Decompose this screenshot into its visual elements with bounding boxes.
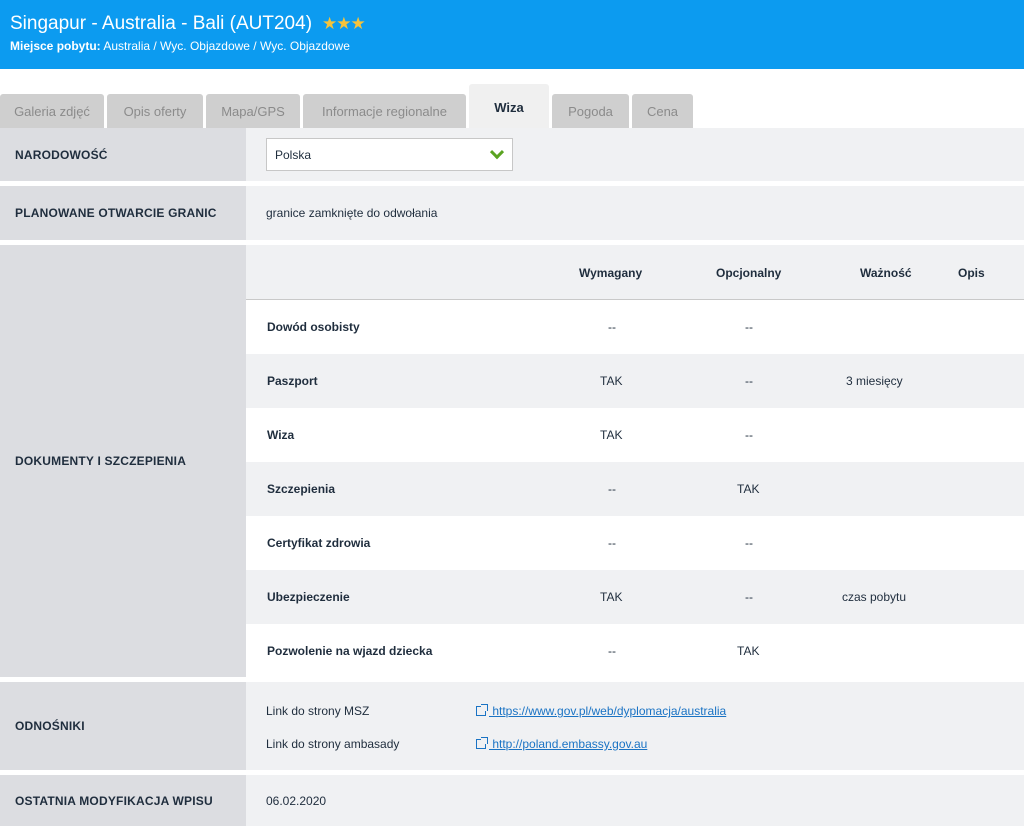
tab-map-gps[interactable]: Mapa/GPS <box>206 94 300 128</box>
document-validity: 3 miesięcy <box>846 374 903 388</box>
document-name: Ubezpieczenie <box>267 590 350 604</box>
borders-label: PLANOWANE OTWARCIE GRANIC <box>0 186 246 240</box>
link-msz[interactable]: https://www.gov.pl/web/dyplomacja/austra… <box>476 704 726 718</box>
table-row: Certyfikat zdrowia -- -- <box>246 516 1024 570</box>
document-optional: TAK <box>737 482 760 496</box>
table-row: Szczepienia -- TAK <box>246 462 1024 516</box>
modified-value: 06.02.2020 <box>246 775 1024 826</box>
modified-row: OSTATNIA MODYFIKACJA WPISU 06.02.2020 <box>0 775 1024 826</box>
document-optional: TAK <box>737 644 760 658</box>
borders-row: PLANOWANE OTWARCIE GRANIC granice zamkni… <box>0 186 1024 240</box>
links-row: ODNOŚNIKI Link do strony MSZ https://www… <box>0 682 1024 770</box>
table-row: Wiza TAK -- <box>246 408 1024 462</box>
tab-visa[interactable]: Wiza <box>469 84 549 128</box>
stay-location-label: Miejsce pobytu: <box>10 39 101 53</box>
link-embassy[interactable]: http://poland.embassy.gov.au <box>476 737 647 751</box>
document-required: -- <box>608 482 616 496</box>
documents-table: Wymagany Opcjonalny Ważność Opis Dowód o… <box>246 245 1024 678</box>
offer-title: Singapur - Australia - Bali (AUT204) <box>10 13 313 34</box>
tab-gallery[interactable]: Galeria zdjęć <box>0 94 104 128</box>
nationality-selected-value: Polska <box>275 147 312 162</box>
nationality-value-cell: Polska <box>246 128 1024 181</box>
document-optional: -- <box>745 590 753 604</box>
column-header-optional: Opcjonalny <box>716 266 782 280</box>
documents-table-header: Wymagany Opcjonalny Ważność Opis <box>246 245 1024 300</box>
document-required: TAK <box>600 374 623 388</box>
column-header-required: Wymagany <box>579 266 643 280</box>
column-header-description: Opis <box>958 266 985 280</box>
tab-price[interactable]: Cena <box>632 94 693 128</box>
link-msz-url: https://www.gov.pl/web/dyplomacja/austra… <box>489 704 727 718</box>
external-link-icon <box>476 704 488 716</box>
document-required: -- <box>608 320 616 334</box>
tab-bar: Galeria zdjęć Opis oferty Mapa/GPS Infor… <box>0 84 1024 128</box>
document-validity: czas pobytu <box>842 590 907 604</box>
document-required: -- <box>608 644 616 658</box>
document-name: Certyfikat zdrowia <box>267 536 371 550</box>
chevron-down-icon <box>489 144 505 159</box>
link-embassy-label: Link do strony ambasady <box>266 737 400 751</box>
document-name: Wiza <box>267 428 295 442</box>
tab-regional-info[interactable]: Informacje regionalne <box>303 94 466 128</box>
nationality-select[interactable]: Polska <box>266 138 513 171</box>
document-required: TAK <box>600 590 623 604</box>
links-value-cell: Link do strony MSZ https://www.gov.pl/we… <box>246 682 1024 770</box>
column-header-validity: Ważność <box>860 266 912 280</box>
document-optional: -- <box>745 374 753 388</box>
table-row: Pozwolenie na wjazd dziecka -- TAK <box>246 624 1024 678</box>
document-name: Pozwolenie na wjazd dziecka <box>267 644 433 658</box>
document-required: TAK <box>600 428 623 442</box>
nationality-label: NARODOWOŚĆ <box>0 128 246 181</box>
tab-weather[interactable]: Pogoda <box>552 94 629 128</box>
document-name: Szczepienia <box>267 482 336 496</box>
link-embassy-url: http://poland.embassy.gov.au <box>489 737 648 751</box>
documents-row: DOKUMENTY I SZCZEPIENIA Wymagany Opcjona… <box>0 245 1024 678</box>
links-label: ODNOŚNIKI <box>0 682 246 770</box>
documents-label: DOKUMENTY I SZCZEPIENIA <box>0 245 246 677</box>
document-name: Dowód osobisty <box>267 320 360 334</box>
stay-location-value: Australia / Wyc. Objazdowe / Wyc. Objazd… <box>100 39 350 53</box>
external-link-icon <box>476 737 488 749</box>
stay-location: Miejsce pobytu: Australia / Wyc. Objazdo… <box>10 39 1014 53</box>
tab-offer-description[interactable]: Opis oferty <box>107 94 203 128</box>
link-msz-label: Link do strony MSZ <box>266 704 370 718</box>
table-row: Ubezpieczenie TAK -- czas pobytu <box>246 570 1024 624</box>
document-optional: -- <box>745 320 753 334</box>
document-optional: -- <box>745 536 753 550</box>
document-required: -- <box>608 536 616 550</box>
table-row: Paszport TAK -- 3 miesięcy <box>246 354 1024 408</box>
offer-title-line: Singapur - Australia - Bali (AUT204) ★★★ <box>10 12 1014 36</box>
borders-value: granice zamknięte do odwołania <box>246 186 1024 240</box>
document-optional: -- <box>745 428 753 442</box>
table-row: Dowód osobisty -- -- <box>246 300 1024 354</box>
document-name: Paszport <box>267 374 318 388</box>
page-header: Singapur - Australia - Bali (AUT204) ★★★… <box>0 0 1024 69</box>
nationality-row: NARODOWOŚĆ Polska <box>0 128 1024 181</box>
star-rating-icon: ★★★ <box>322 14 366 33</box>
modified-label: OSTATNIA MODYFIKACJA WPISU <box>0 775 246 826</box>
